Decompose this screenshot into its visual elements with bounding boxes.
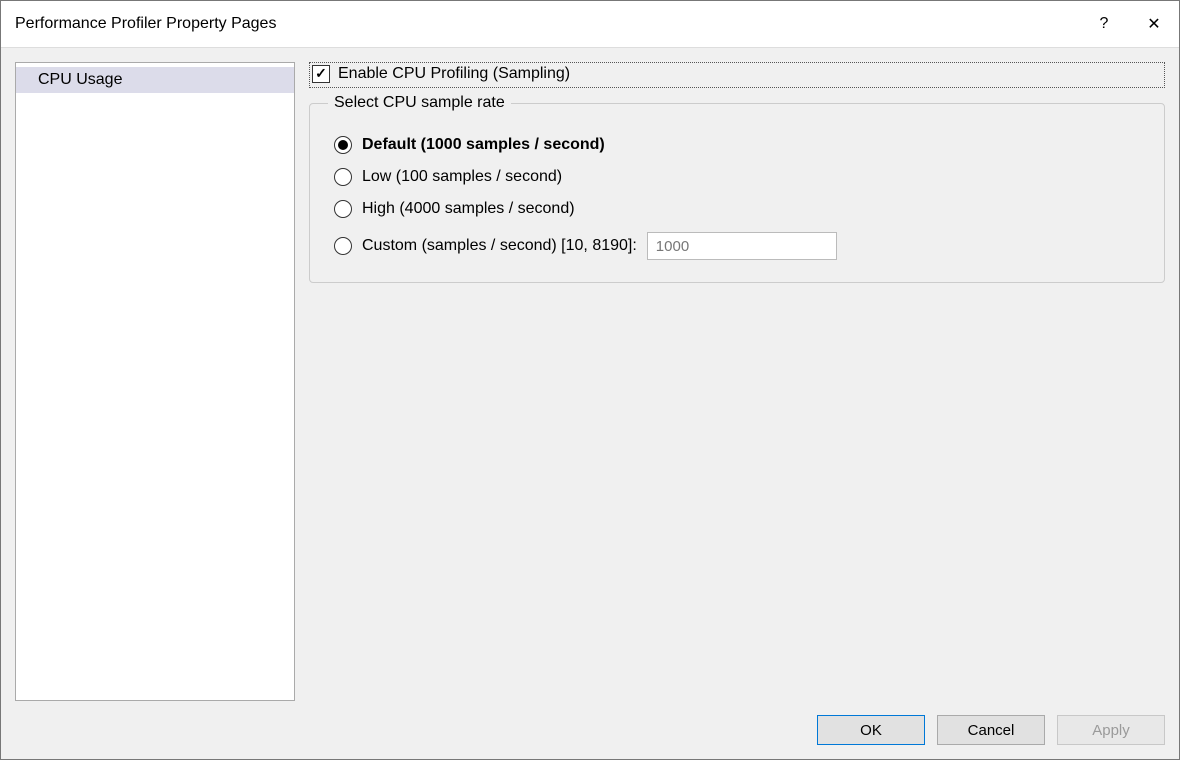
custom-sample-rate-input[interactable] [647, 232, 837, 260]
sample-rate-option-custom[interactable]: Custom (samples / second) [10, 8190]: [334, 232, 1146, 260]
dialog-button-row: OK Cancel Apply [15, 701, 1165, 745]
titlebar: Performance Profiler Property Pages ? ✕ [1, 1, 1179, 47]
apply-button: Apply [1057, 715, 1165, 745]
sample-rate-option-low[interactable]: Low (100 samples / second) [334, 168, 1146, 186]
main-row: CPU Usage Enable CPU Profiling (Sampling… [15, 62, 1165, 701]
close-button[interactable]: ✕ [1129, 1, 1179, 47]
dialog-body: CPU Usage Enable CPU Profiling (Sampling… [1, 47, 1179, 759]
sample-rate-option-default[interactable]: Default (1000 samples / second) [334, 136, 1146, 154]
radio-icon [334, 136, 352, 154]
radio-icon [334, 168, 352, 186]
help-button[interactable]: ? [1079, 1, 1129, 47]
enable-cpu-profiling-label: Enable CPU Profiling (Sampling) [338, 65, 570, 83]
cancel-button[interactable]: Cancel [937, 715, 1045, 745]
ok-button[interactable]: OK [817, 715, 925, 745]
sidebar: CPU Usage [15, 62, 295, 701]
sample-rate-option-label: Custom (samples / second) [10, 8190]: [362, 237, 637, 255]
radio-icon [334, 200, 352, 218]
content-pane: Enable CPU Profiling (Sampling) Select C… [309, 62, 1165, 701]
sample-rate-group: Select CPU sample rate Default (1000 sam… [309, 94, 1165, 283]
sample-rate-option-label: Default (1000 samples / second) [362, 136, 605, 154]
radio-icon [334, 237, 352, 255]
sample-rate-option-label: Low (100 samples / second) [362, 168, 562, 186]
dialog-window: Performance Profiler Property Pages ? ✕ … [0, 0, 1180, 760]
enable-cpu-profiling-row: Enable CPU Profiling (Sampling) [309, 62, 1165, 88]
enable-cpu-profiling-checkbox[interactable] [312, 65, 330, 83]
sample-rate-option-high[interactable]: High (4000 samples / second) [334, 200, 1146, 218]
sidebar-item-cpu-usage[interactable]: CPU Usage [16, 67, 294, 93]
window-title: Performance Profiler Property Pages [15, 15, 1079, 33]
sample-rate-option-label: High (4000 samples / second) [362, 200, 575, 218]
sample-rate-legend: Select CPU sample rate [328, 94, 511, 112]
